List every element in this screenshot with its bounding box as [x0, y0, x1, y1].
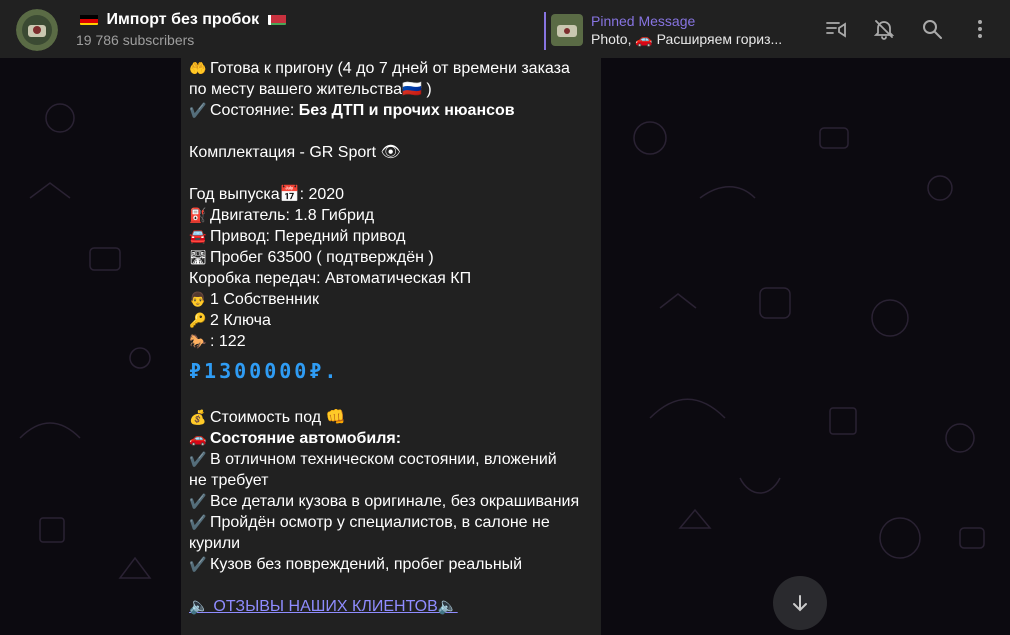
- message-line: ⛽ Двигатель: 1.8 Гибрид: [189, 207, 375, 224]
- pinned-message-bar[interactable]: Pinned Message Photo, 🚗 Расширяем гориз.…: [544, 12, 782, 50]
- scroll-down-icon: [793, 595, 807, 612]
- search-icon[interactable]: [916, 13, 948, 45]
- road-icon: 🛣: [189, 249, 207, 265]
- channel-title: Импорт без пробок: [76, 10, 290, 30]
- pinned-thumbnail: [551, 14, 583, 46]
- germany-flag-icon: [80, 13, 98, 25]
- car-icon: 🚗: [189, 430, 207, 446]
- check-icon: ✔️: [189, 556, 207, 572]
- mute-bell-icon[interactable]: [868, 13, 900, 45]
- message-line: по месту вашего жительства🇷🇺 ): [189, 81, 432, 98]
- channel-avatar[interactable]: [16, 9, 58, 51]
- pinned-label: Pinned Message: [591, 13, 696, 29]
- message-line: 🐎: 122: [189, 333, 246, 350]
- message-line: 👨 1 Собственник: [189, 291, 319, 308]
- message-line: 💰 Стоимость под 👊: [189, 409, 346, 426]
- channel-info[interactable]: Импорт без пробок 19 786 subscribers: [76, 10, 290, 50]
- message-line: 🔑 2 Ключа: [189, 312, 271, 329]
- check-icon: ✔️: [189, 514, 207, 530]
- horse-icon: 🐎: [189, 333, 207, 349]
- message-line: ✔️ Все детали кузова в оригинале, без окр…: [189, 493, 580, 510]
- check-icon: ✔️: [189, 493, 207, 509]
- message-line: не требует: [189, 472, 269, 489]
- message-line: ✔️ В отличном техническом состоянии, влож…: [189, 451, 557, 468]
- fuel-icon: ⛽: [189, 207, 207, 223]
- message-line: ✔️ Пройдён осмотр у специалистов, в салон…: [189, 514, 550, 531]
- message-line: курили: [189, 535, 241, 552]
- channel-title-text: Импорт без пробок: [106, 11, 260, 28]
- check-icon: ✔️: [189, 451, 207, 467]
- channel-post: 🤲 Готова к пригону (4 до 7 дней от времен…: [181, 58, 601, 635]
- hands-icon: 🤲: [189, 60, 207, 76]
- belarus-flag-icon: [267, 13, 286, 25]
- message-line: 🤲 Готова к пригону (4 до 7 дней от времен…: [189, 60, 570, 77]
- message-line: Комплектация - GR Sport 👁: [189, 144, 401, 161]
- header-actions: [820, 13, 996, 45]
- pinned-preview: Photo, 🚗 Расширяем гориз...: [591, 31, 783, 47]
- money-bag-icon: 💰: [189, 409, 207, 425]
- check-icon: ✔️: [189, 102, 207, 118]
- subscriber-count: 19 786 subscribers: [76, 32, 195, 48]
- message-line: 🚘 Привод: Передний привод: [189, 228, 406, 245]
- message-line: 🛣 Пробег 63500 ( подтверждён ): [189, 249, 434, 266]
- reviews-link[interactable]: 🔈 ОТЗЫВЫ НАШИХ КЛИЕНТОВ🔈: [189, 596, 593, 617]
- message-line: ✔️ Состояние: Без ДТП и прочих нюансов: [189, 102, 515, 119]
- message-line: 🚗 Состояние автомобиля:: [189, 430, 402, 447]
- scroll-down-button[interactable]: [773, 576, 827, 630]
- more-vert-icon[interactable]: [964, 13, 996, 45]
- live-stream-icon[interactable]: [820, 13, 852, 45]
- message-line: Год выпуска📅: 2020: [189, 186, 345, 203]
- message-line: Коробка передач: Автоматическая КП: [189, 270, 472, 287]
- key-icon: 🔑: [189, 312, 207, 328]
- message-line: ✔️ Кузов без повреждений, пробег реальный: [189, 556, 523, 573]
- chat-header: Импорт без пробок 19 786 subscribers Pin…: [0, 0, 1010, 58]
- car-icon: 🚘: [189, 228, 207, 244]
- person-icon: 👨: [189, 291, 207, 307]
- telegram-window: Импорт без пробок 19 786 subscribers Pin…: [0, 0, 1010, 635]
- price: ₽1300000₽.: [189, 359, 340, 383]
